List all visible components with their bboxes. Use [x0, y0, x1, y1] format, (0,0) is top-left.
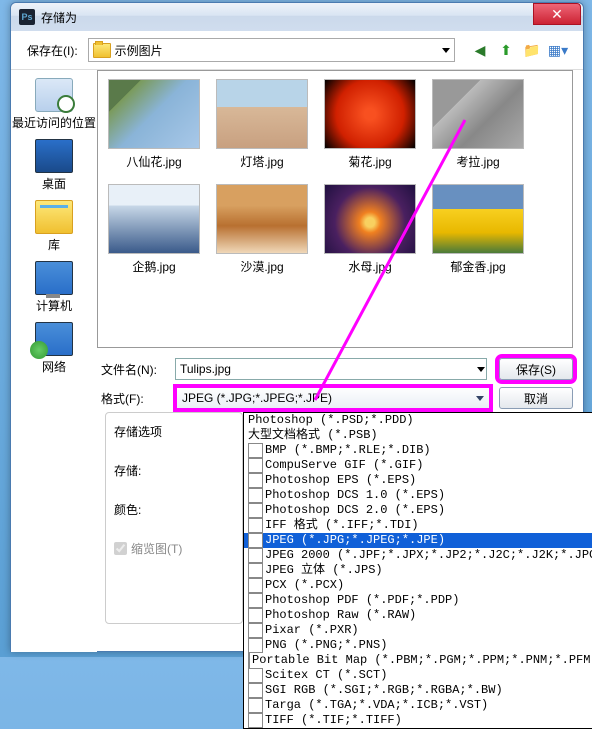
place-computer[interactable]: 计算机 — [35, 261, 73, 314]
thumbnail — [108, 79, 200, 149]
save-options-panel: 存储选项 存储: 颜色: 缩览图(T) — [105, 412, 243, 624]
checkbox-icon — [248, 488, 263, 503]
close-button[interactable]: ✕ — [533, 3, 581, 25]
new-folder-icon[interactable]: 📁 — [523, 41, 541, 59]
thumbnail — [216, 184, 308, 254]
checkbox-icon — [248, 713, 263, 728]
format-option[interactable]: Targa (*.TGA;*.VDA;*.ICB;*.VST) — [244, 698, 592, 713]
place-network[interactable]: 网络 — [35, 322, 73, 375]
checkbox-icon — [248, 638, 263, 653]
thumbnail — [432, 79, 524, 149]
filename-label: 文件名(N): — [97, 361, 167, 378]
format-option[interactable]: PCX (*.PCX) — [244, 578, 592, 593]
format-option[interactable]: IFF 格式 (*.IFF;*.TDI) — [244, 518, 592, 533]
cancel-button[interactable]: 取消 — [499, 387, 573, 409]
format-option[interactable]: JPEG 2000 (*.JPF;*.JPX;*.JP2;*.J2C;*.J2K… — [244, 548, 592, 563]
format-option[interactable]: Photoshop PDF (*.PDF;*.PDP) — [244, 593, 592, 608]
save-as-dialog: Ps 存储为 ✕ 保存在(I): 示例图片 ◀ ⬆ 📁 ▦▾ 最近访问的位置 桌… — [10, 2, 584, 652]
file-item[interactable]: 郁金香.jpg — [430, 184, 526, 275]
checkbox-icon — [248, 518, 263, 533]
save-button[interactable]: 保存(S) — [499, 358, 573, 380]
format-option[interactable]: TIFF (*.TIF;*.TIFF) — [244, 713, 592, 728]
checkbox-icon — [248, 653, 250, 668]
save-in-label: 保存在(I): — [27, 42, 78, 59]
format-option[interactable]: Photoshop DCS 1.0 (*.EPS) — [244, 488, 592, 503]
format-option[interactable]: 大型文档格式 (*.PSB) — [244, 428, 592, 443]
format-option[interactable]: Photoshop Raw (*.RAW) — [244, 608, 592, 623]
file-item[interactable]: 考拉.jpg — [430, 79, 526, 170]
checkbox-icon — [248, 563, 263, 578]
checkbox-icon — [248, 593, 263, 608]
format-option[interactable]: PNG (*.PNG;*.PNS) — [244, 638, 592, 653]
color-section-label: 颜色: — [114, 501, 234, 518]
thumbnail — [108, 184, 200, 254]
file-item[interactable]: 水母.jpg — [322, 184, 418, 275]
filename-input[interactable] — [175, 358, 487, 380]
network-icon — [35, 322, 73, 356]
format-option[interactable]: Photoshop DCS 2.0 (*.EPS) — [244, 503, 592, 518]
desktop-icon — [35, 139, 73, 173]
recent-icon — [35, 78, 73, 112]
file-item[interactable]: 沙漠.jpg — [214, 184, 310, 275]
format-option[interactable]: CompuServe GIF (*.GIF) — [244, 458, 592, 473]
view-menu-icon[interactable]: ▦▾ — [549, 41, 567, 59]
checkbox-icon — [248, 548, 263, 563]
checkbox-icon — [248, 473, 263, 488]
format-dropdown-list[interactable]: Photoshop (*.PSD;*.PDD)大型文档格式 (*.PSB)BMP… — [243, 412, 592, 729]
window-title: 存储为 — [41, 9, 533, 26]
file-list[interactable]: 八仙花.jpg 灯塔.jpg 菊花.jpg 考拉.jpg 企鹅.jpg 沙漠.j… — [97, 70, 573, 348]
chevron-down-icon — [442, 48, 450, 57]
chevron-down-icon — [476, 396, 484, 405]
places-bar: 最近访问的位置 桌面 库 计算机 网络 — [11, 70, 97, 652]
computer-icon — [35, 261, 73, 295]
checkbox-icon — [248, 503, 263, 518]
title-bar[interactable]: Ps 存储为 ✕ — [11, 3, 583, 31]
photoshop-icon: Ps — [19, 9, 35, 25]
file-item[interactable]: 灯塔.jpg — [214, 79, 310, 170]
library-icon — [35, 200, 73, 234]
format-option[interactable]: Scitex CT (*.SCT) — [244, 668, 592, 683]
file-item[interactable]: 企鹅.jpg — [106, 184, 202, 275]
file-item[interactable]: 八仙花.jpg — [106, 79, 202, 170]
back-icon[interactable]: ◀ — [471, 41, 489, 59]
format-option[interactable]: Pixar (*.PXR) — [244, 623, 592, 638]
format-value: JPEG (*.JPG;*.JPEG;*.JPE) — [182, 391, 332, 405]
checkbox-icon — [248, 623, 263, 638]
format-option[interactable]: Portable Bit Map (*.PBM;*.PGM;*.PPM;*.PN… — [244, 653, 592, 668]
place-desktop[interactable]: 桌面 — [35, 139, 73, 192]
place-recent[interactable]: 最近访问的位置 — [12, 78, 96, 131]
up-icon[interactable]: ⬆ — [497, 41, 515, 59]
checkbox-icon — [248, 533, 263, 548]
checkbox-icon — [248, 578, 263, 593]
location-value: 示例图片 — [115, 42, 163, 59]
file-item[interactable]: 菊花.jpg — [322, 79, 418, 170]
folder-icon — [93, 43, 111, 58]
thumbnail — [324, 184, 416, 254]
checkbox-icon — [248, 458, 263, 473]
toolbar: 保存在(I): 示例图片 ◀ ⬆ 📁 ▦▾ — [11, 31, 583, 70]
thumbnail-checkbox[interactable]: 缩览图(T) — [114, 540, 234, 557]
format-option[interactable]: BMP (*.BMP;*.RLE;*.DIB) — [244, 443, 592, 458]
format-option[interactable]: JPEG (*.JPG;*.JPEG;*.JPE) — [244, 533, 592, 548]
format-option[interactable]: Photoshop EPS (*.EPS) — [244, 473, 592, 488]
checkbox-icon — [248, 608, 263, 623]
thumbnail — [324, 79, 416, 149]
checkbox-icon — [248, 683, 263, 698]
location-dropdown[interactable]: 示例图片 — [88, 38, 455, 62]
thumbnail — [432, 184, 524, 254]
format-option[interactable]: SGI RGB (*.SGI;*.RGB;*.RGBA;*.BW) — [244, 683, 592, 698]
format-option[interactable]: Photoshop (*.PSD;*.PDD) — [244, 413, 592, 428]
checkbox-icon — [248, 443, 263, 458]
checkbox-icon — [248, 668, 263, 683]
format-label: 格式(F): — [97, 390, 167, 407]
checkbox-icon — [248, 698, 263, 713]
format-dropdown[interactable]: JPEG (*.JPG;*.JPEG;*.JPE) — [175, 386, 491, 410]
chevron-down-icon[interactable] — [477, 367, 485, 376]
place-library[interactable]: 库 — [35, 200, 73, 253]
format-option[interactable]: JPEG 立体 (*.JPS) — [244, 563, 592, 578]
save-section-label: 存储: — [114, 462, 234, 479]
save-options-header: 存储选项 — [114, 423, 234, 440]
thumbnail — [216, 79, 308, 149]
